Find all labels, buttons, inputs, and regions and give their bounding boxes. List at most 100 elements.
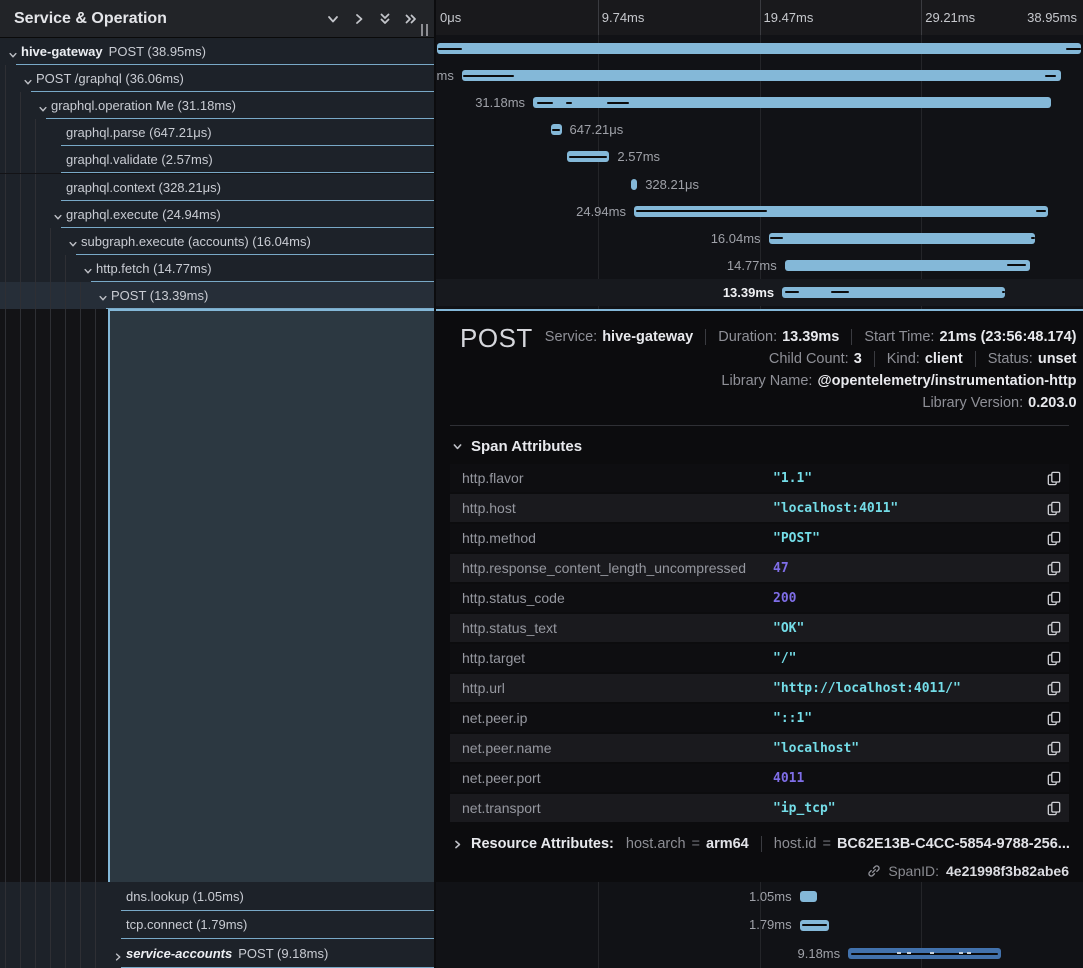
collapse-chevron-down-icon[interactable] <box>83 263 93 273</box>
copy-icon[interactable] <box>1041 765 1067 791</box>
span-tree-row[interactable]: graphql.context (328.21μs) <box>0 174 434 201</box>
span-tree-row[interactable]: POST /graphql (36.06ms) <box>0 65 434 92</box>
timeline-row[interactable]: 647.21μs <box>436 116 1083 143</box>
attribute-row[interactable]: http.response_content_length_uncompresse… <box>450 554 1069 582</box>
collapse-chevron-down-icon[interactable] <box>8 47 18 57</box>
copy-icon[interactable] <box>1041 525 1067 551</box>
span-name: POST /graphql (36.06ms) <box>36 65 184 92</box>
span-tree-row[interactable]: service-accountsPOST (9.18ms) <box>0 939 434 968</box>
span-attributes-table: http.flavor"1.1"http.host"localhost:4011… <box>450 464 1069 824</box>
timeline-row[interactable]: 328.21μs <box>436 171 1083 198</box>
chevron-right-icon[interactable] <box>346 6 372 32</box>
span-bar[interactable] <box>785 260 1030 271</box>
span-tree-row[interactable]: graphql.validate (2.57ms) <box>0 146 434 173</box>
ruler-tick-label: 19.47ms <box>764 0 814 35</box>
span-duration-label: 2.57ms <box>617 143 660 170</box>
attribute-row[interactable]: http.url"http://localhost:4011/" <box>450 674 1069 702</box>
span-bar[interactable] <box>631 179 637 190</box>
copy-icon[interactable] <box>1041 675 1067 701</box>
timeline-row[interactable]: 2.57ms <box>436 143 1083 170</box>
span-bar[interactable] <box>437 43 1081 54</box>
chevrons-down-icon[interactable] <box>372 6 398 32</box>
expand-chevron-right-icon[interactable] <box>113 949 123 959</box>
indent-guide <box>50 882 51 911</box>
collapse-chevron-down-icon[interactable] <box>98 290 108 300</box>
critical-path-segment <box>607 102 630 104</box>
copy-icon[interactable] <box>1041 555 1067 581</box>
timeline-row[interactable]: 13.39ms <box>436 279 1083 306</box>
resource-attributes-row[interactable]: Resource Attributes: host.arch=arm64host… <box>452 836 1082 852</box>
collapse-chevron-down-icon[interactable] <box>23 74 33 84</box>
ruler-divider <box>760 0 761 35</box>
critical-path-segment <box>851 953 997 955</box>
timeline-row[interactable]: 1.05ms <box>436 882 1083 911</box>
span-tree-row[interactable]: graphql.parse (647.21μs) <box>0 119 434 146</box>
collapse-chevron-down-icon[interactable] <box>38 101 48 111</box>
attribute-row[interactable]: http.target"/" <box>450 644 1069 672</box>
span-duration-label: 1.05ms <box>749 882 792 911</box>
attribute-row[interactable]: http.status_text"OK" <box>450 614 1069 642</box>
span-tree-row[interactable]: hive-gatewayPOST (38.95ms) <box>0 38 434 65</box>
timeline-row[interactable]: 14.77ms <box>436 252 1083 279</box>
copy-icon[interactable] <box>1041 585 1067 611</box>
overview-item-label: Library Version: <box>922 395 1023 411</box>
timeline-row[interactable]: 31.18ms <box>436 89 1083 116</box>
span-name: graphql.context (328.21μs) <box>66 174 221 201</box>
column-resize-grip[interactable] <box>421 24 428 36</box>
span-tree-row[interactable]: http.fetch (14.77ms) <box>0 255 434 282</box>
indent-guide <box>20 882 21 911</box>
collapse-chevron-down-icon[interactable] <box>68 236 78 246</box>
span-detail-title: POST <box>450 323 533 354</box>
span-attributes-toggle[interactable]: Span Attributes <box>452 438 582 455</box>
span-name: hive-gatewayPOST (38.95ms) <box>21 38 206 65</box>
span-bar[interactable] <box>800 891 817 902</box>
copy-icon[interactable] <box>1041 615 1067 641</box>
link-icon[interactable] <box>867 864 881 878</box>
span-bar[interactable] <box>769 233 1036 244</box>
indent-guide <box>95 911 96 940</box>
span-overview: Service:hive-gatewayDuration:13.39msStar… <box>533 323 1077 414</box>
timeline-row[interactable] <box>436 35 1083 62</box>
copy-icon[interactable] <box>1041 795 1067 821</box>
attribute-row[interactable]: net.peer.name"localhost" <box>450 734 1069 762</box>
copy-icon[interactable] <box>1041 705 1067 731</box>
attribute-value: "localhost" <box>773 741 1041 756</box>
copy-icon[interactable] <box>1041 465 1067 491</box>
critical-path-segment <box>569 156 608 158</box>
timeline-row[interactable]: 24.94ms <box>436 198 1083 225</box>
indent-guide <box>20 282 21 309</box>
collapse-chevron-down-icon[interactable] <box>53 209 63 219</box>
span-tree-row[interactable]: POST (13.39ms) <box>0 282 434 309</box>
span-tree-row[interactable]: graphql.execute (24.94ms) <box>0 201 434 228</box>
timeline-row[interactable]: 36.06ms <box>436 62 1083 89</box>
indent-guide <box>65 882 66 911</box>
copy-icon[interactable] <box>1041 495 1067 521</box>
span-bar[interactable] <box>462 70 1061 81</box>
attribute-row[interactable]: http.status_code200 <box>450 584 1069 612</box>
attribute-value: "localhost:4011" <box>773 501 1041 516</box>
attribute-row[interactable]: http.method"POST" <box>450 524 1069 552</box>
indent-guides <box>0 309 108 882</box>
copy-icon[interactable] <box>1041 645 1067 671</box>
timeline-row[interactable]: 1.79ms <box>436 911 1083 940</box>
chevron-down-icon[interactable] <box>320 6 346 32</box>
timeline-row[interactable]: 9.18ms <box>436 939 1083 968</box>
span-tree-row[interactable]: tcp.connect (1.79ms) <box>0 911 434 940</box>
indent-guide <box>65 911 66 940</box>
attribute-value: "1.1" <box>773 471 1041 486</box>
span-tree-row[interactable]: subgraph.execute (accounts) (16.04ms) <box>0 228 434 255</box>
attribute-row[interactable]: net.peer.ip"::1" <box>450 704 1069 732</box>
attribute-row[interactable]: http.flavor"1.1" <box>450 464 1069 492</box>
copy-icon[interactable] <box>1041 735 1067 761</box>
attribute-row[interactable]: http.host"localhost:4011" <box>450 494 1069 522</box>
attribute-row[interactable]: net.peer.port4011 <box>450 764 1069 792</box>
timeline-row[interactable]: 16.04ms <box>436 225 1083 252</box>
critical-path-segment <box>770 237 783 239</box>
span-duration-label: 1.79ms <box>749 911 792 940</box>
service-operation-title: Service & Operation <box>14 10 167 28</box>
attribute-row[interactable]: net.transport"ip_tcp" <box>450 794 1069 822</box>
span-tree-row[interactable]: graphql.operation Me (31.18ms) <box>0 92 434 119</box>
indent-guide <box>35 282 36 309</box>
span-bar[interactable] <box>782 287 1005 298</box>
span-tree-row[interactable]: dns.lookup (1.05ms) <box>0 882 434 911</box>
